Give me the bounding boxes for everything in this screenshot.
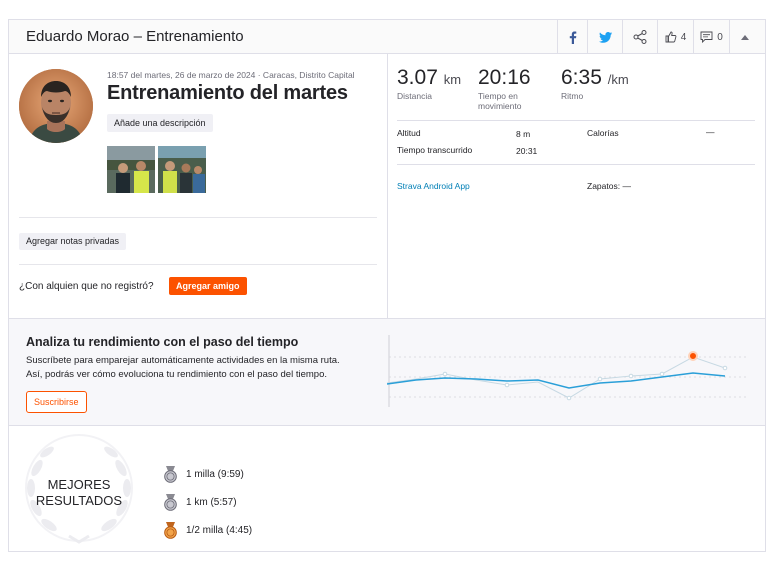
elevation-value: 8 m [516,129,531,139]
add-private-notes-button[interactable]: Agregar notas privadas [19,233,127,250]
activity-card: Eduardo Morao – Entrenamiento 4 0 18:57 … [8,19,766,552]
divider [397,120,755,121]
best-effort-label: 1 milla (9:59) [186,469,244,480]
activity-header: Eduardo Morao – Entrenamiento 4 0 [9,20,765,54]
shoes-value: — [622,181,631,191]
share-button[interactable] [622,20,657,54]
twitter-icon [598,31,612,43]
athlete-avatar[interactable] [19,69,93,143]
calories-value: — [706,127,715,137]
stat-pace: 6:35 /km Ritmo [561,66,629,101]
facebook-share-button[interactable] [557,20,587,54]
comments-count: 0 [717,31,723,43]
distance-unit: km [443,72,462,87]
add-description-button[interactable]: Añade una descripción [107,114,213,132]
collapse-button[interactable] [729,20,759,54]
divider [19,217,377,218]
best-effort-label: 1 km (5:57) [186,497,237,508]
shoes-label: Zapatos: [587,181,621,191]
activity-photo[interactable] [107,146,155,193]
silver-medal-icon [164,466,177,483]
activity-photo[interactable] [158,146,206,193]
distance-value: 3.07 [397,66,438,89]
comment-icon [700,31,713,43]
best-effort-item[interactable]: 1/2 milla (4:45) [163,522,252,539]
silver-medal-icon [164,494,177,511]
moving-time-label: Tiempo en movimiento [478,91,522,111]
caret-up-icon [740,34,749,40]
activity-title: Entrenamiento del martes [107,82,348,104]
subscribe-button[interactable]: Suscribirse [26,391,87,413]
elapsed-time-label: Tiempo transcurrido [397,145,473,155]
share-icon [633,30,647,44]
upsell-title: Analiza tu rendimiento con el paso del t… [26,335,299,349]
best-effort-item[interactable]: 1 milla (9:59) [163,466,244,483]
device-link[interactable]: Strava Android App [397,181,470,191]
pace-value: 6:35 [561,66,602,89]
elevation-label: Altitud [397,128,421,138]
pace-label: Ritmo [561,91,584,101]
performance-trend-graphic [387,335,749,407]
comparison-line [387,356,726,399]
calories-label: Calorías [587,128,619,138]
kudos-button[interactable]: 4 [657,20,693,54]
header-actions: 4 0 [557,20,759,54]
performance-upsell: Analiza tu rendimiento con el paso del t… [9,318,765,426]
best-efforts: MEJORES RESULTADOS 1 milla (9:59) 1 km (… [9,426,765,552]
elapsed-time-value: 20:31 [516,146,538,156]
upsell-description-line: Así, podrás ver cómo evoluciona tu rendi… [26,369,327,380]
page-title: Eduardo Morao – Entrenamiento [26,28,244,45]
missing-athlete-question: ¿Con alquien que no registró? [19,281,154,292]
upsell-description: Suscríbete para emparejar automáticament… [26,354,371,382]
facebook-icon [569,31,577,44]
twitter-share-button[interactable] [587,20,622,54]
shoes-field: Zapatos: — [587,181,631,191]
comparison-points [442,365,728,401]
stat-moving-time: 20:16 Tiempo en movimiento [478,66,548,111]
best-effort-item[interactable]: 1 km (5:57) [163,494,237,511]
pace-unit: /km [607,72,629,87]
thumbs-up-icon [665,31,677,43]
comments-button[interactable]: 0 [693,20,729,54]
highlight-point [688,351,698,361]
activity-summary: 18:57 del martes, 26 de marzo de 2024 · … [9,54,388,318]
upsell-description-line: Suscríbete para emparejar automáticament… [26,355,340,366]
activity-datetime: 18:57 del martes, 26 de marzo de 2024 · … [107,70,355,80]
add-friend-button[interactable]: Agregar amigo [169,277,247,295]
bronze-medal-icon [164,522,177,539]
moving-time-value: 20:16 [478,66,531,89]
stat-distance: 3.07 km Distancia [397,66,461,101]
divider [397,164,755,165]
best-efforts-title-line: RESULTADOS [35,493,123,508]
distance-label: Distancia [397,91,432,101]
activity-stats: 3.07 km Distancia 20:16 Tiempo en movimi… [388,54,765,318]
best-efforts-title-line: MEJORES [47,477,111,492]
divider [19,264,377,265]
best-efforts-title: MEJORES RESULTADOS [19,477,139,509]
kudos-count: 4 [680,31,687,43]
best-effort-label: 1/2 milla (4:45) [186,525,253,536]
